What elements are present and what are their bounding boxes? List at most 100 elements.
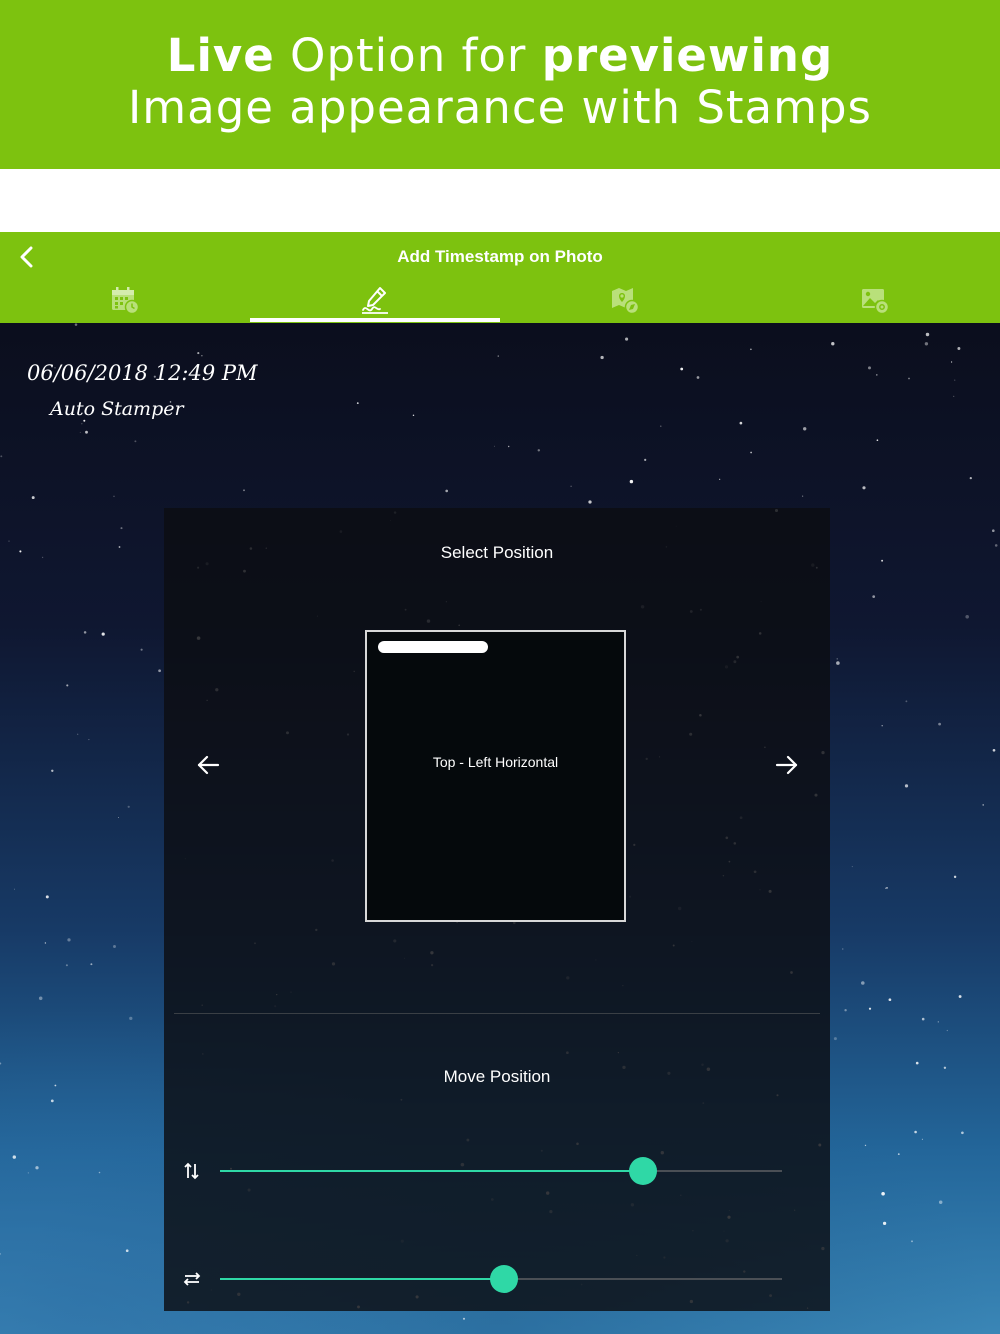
- previous-position-button[interactable]: [192, 748, 226, 782]
- star: [140, 648, 143, 651]
- star: [83, 419, 86, 422]
- image-settings-icon: [862, 289, 890, 315]
- vertical-position-slider[interactable]: [220, 1157, 782, 1185]
- star: [158, 669, 161, 673]
- star: [600, 355, 604, 360]
- star: [911, 1240, 913, 1243]
- star: [85, 430, 88, 434]
- star: [74, 323, 78, 326]
- star: [8, 540, 10, 542]
- star: [802, 495, 804, 497]
- promo-banner: Live Option for previewing Image appeara…: [0, 0, 1000, 169]
- star: [961, 1131, 964, 1135]
- star: [844, 1009, 847, 1012]
- promo-subheadline: Image appearance with Stamps: [128, 81, 872, 134]
- star: [851, 866, 853, 868]
- star: [508, 445, 510, 448]
- stamp-label-text: Auto Stamper: [50, 398, 184, 420]
- star: [696, 376, 700, 379]
- star: [868, 1007, 872, 1010]
- star: [965, 615, 969, 619]
- star: [0, 1253, 1, 1255]
- white-spacer: [0, 169, 1000, 232]
- star: [201, 355, 203, 357]
- selected-tab-indicator: [250, 318, 500, 322]
- star: [537, 449, 541, 452]
- star: [876, 439, 879, 442]
- star: [497, 355, 499, 357]
- promo-bold-live: Live: [166, 29, 275, 82]
- star: [118, 546, 121, 548]
- star: [101, 632, 105, 636]
- star: [445, 489, 449, 493]
- star: [113, 495, 115, 498]
- star: [31, 496, 35, 500]
- star: [750, 451, 752, 454]
- star: [588, 500, 592, 504]
- star: [921, 1017, 925, 1021]
- arrow-right-icon: [775, 755, 798, 775]
- star: [897, 1153, 900, 1155]
- star: [925, 332, 930, 337]
- horizontal-position-slider[interactable]: [220, 1265, 782, 1293]
- star: [118, 817, 119, 818]
- tab-date-time[interactable]: [0, 280, 250, 323]
- next-position-button[interactable]: [769, 748, 803, 782]
- star: [493, 445, 495, 447]
- star: [19, 550, 22, 553]
- move-position-title: Move Position: [443, 1067, 551, 1086]
- stamp-date-text: 06/06/2018 12:49 PM: [27, 361, 258, 385]
- star: [872, 595, 876, 598]
- star: [957, 347, 961, 350]
- tab-location[interactable]: [500, 280, 750, 323]
- star: [882, 1221, 887, 1226]
- star: [356, 402, 359, 404]
- star: [625, 337, 629, 341]
- star: [127, 805, 130, 808]
- vertical-slider-row: [164, 1156, 830, 1186]
- promo-regular-text: Option for: [274, 29, 542, 82]
- star: [38, 996, 43, 1001]
- star: [992, 748, 996, 752]
- star: [750, 348, 752, 351]
- tab-image-settings[interactable]: [750, 280, 1000, 323]
- star: [924, 342, 929, 346]
- star: [881, 1192, 885, 1196]
- tab-signature[interactable]: [250, 280, 500, 323]
- star: [44, 942, 47, 944]
- star: [81, 423, 83, 425]
- star: [629, 479, 634, 484]
- star: [14, 888, 15, 890]
- star: [969, 476, 972, 480]
- star: [864, 1144, 867, 1147]
- star: [861, 981, 865, 985]
- horizontal-slider-row: [164, 1264, 830, 1294]
- panel-divider: [174, 1013, 820, 1014]
- star: [0, 1062, 2, 1065]
- star: [954, 379, 956, 381]
- app-bar: Add Timestamp on Photo: [0, 232, 1000, 323]
- horizontal-slider-thumb[interactable]: [490, 1265, 519, 1293]
- star: [54, 1084, 57, 1087]
- star: [842, 948, 844, 950]
- star: [938, 1200, 943, 1205]
- star: [904, 784, 909, 788]
- star: [90, 963, 93, 966]
- star: [680, 367, 684, 371]
- star: [881, 724, 883, 727]
- signature-pen-icon: [362, 287, 388, 314]
- star: [908, 377, 910, 380]
- star: [67, 938, 71, 942]
- star: [129, 1016, 133, 1021]
- promo-headline: Live Option for previewing: [0, 28, 1000, 84]
- stamp-position-indicator: [378, 641, 488, 653]
- star: [833, 1037, 837, 1041]
- star: [570, 485, 572, 487]
- star: [938, 722, 941, 726]
- star: [915, 1061, 919, 1065]
- star: [868, 366, 871, 370]
- vertical-slider-thumb[interactable]: [629, 1157, 658, 1185]
- star: [836, 658, 838, 660]
- star: [951, 361, 953, 363]
- star: [197, 352, 200, 355]
